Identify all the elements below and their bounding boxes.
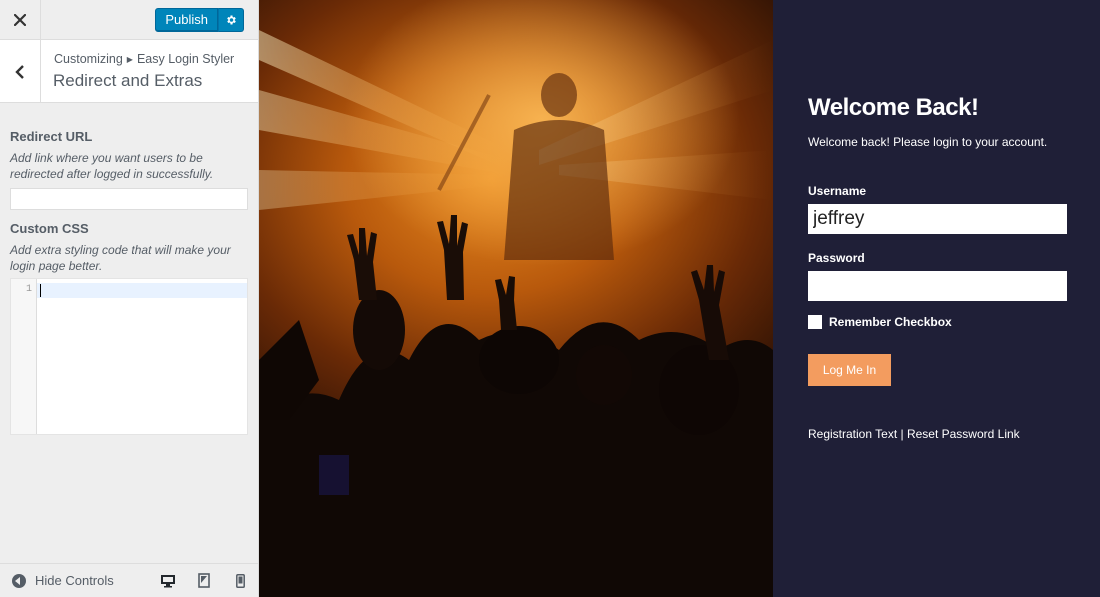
chevron-left-icon [15,64,24,79]
back-button[interactable] [0,40,41,103]
publish-group: Publish [155,8,244,32]
line-number: 1 [25,284,32,295]
customizer-sidebar: Publish Customizing ▶ Easy Login Styler Re… [0,0,259,597]
remember-checkbox[interactable] [808,315,822,329]
breadcrumb-root: Customizing [54,52,123,66]
preview-desktop-button[interactable] [150,564,186,597]
password-label: Password [808,251,865,265]
mobile-icon [235,573,245,588]
username-input[interactable] [808,204,1067,234]
username-label: Username [808,184,867,198]
tablet-icon [198,573,210,588]
login-links[interactable]: Registration Text | Reset Password Link [808,427,1020,441]
login-form-panel: Welcome Back! Welcome back! Please login… [773,0,1100,597]
redirect-url-input[interactable] [10,188,248,210]
breadcrumb: Customizing ▶ Easy Login Styler [54,52,234,66]
breadcrumb-parent: Easy Login Styler [136,52,235,66]
redirect-url-control: Redirect URL Add link where you want use… [10,129,248,210]
concert-crowd-illustration [259,30,773,597]
concert-background-image [259,0,773,597]
close-button[interactable] [0,0,41,40]
login-button[interactable]: Log Me In [808,354,891,386]
login-title: Welcome Back! [808,94,979,121]
hide-controls-button[interactable]: Hide Controls [12,573,150,588]
line-numbers-gutter: 1 [11,279,37,434]
publish-settings-button[interactable] [218,8,244,32]
preview-tablet-button[interactable] [186,564,222,597]
redirect-url-description: Add link where you want users to be redi… [10,151,214,181]
remember-label: Remember Checkbox [829,315,952,329]
section-title: Redirect and Extras [53,71,203,90]
remember-me[interactable]: Remember Checkbox [808,315,952,329]
custom-css-control: Custom CSS Add extra styling code that w… [10,221,248,274]
hide-controls-label: Hide Controls [35,573,114,588]
customizer-header: Publish [0,0,258,40]
active-line [37,283,247,298]
custom-css-editor[interactable]: 1 [10,278,248,435]
redirect-url-title: Redirect URL [10,129,93,144]
code-area[interactable] [37,279,247,434]
password-input[interactable] [808,271,1067,301]
publish-button[interactable]: Publish [155,8,218,32]
section-header: Customizing ▶ Easy Login Styler Redirect a… [0,40,258,103]
custom-css-title: Custom CSS [10,221,89,236]
collapse-left-icon [12,573,26,588]
customizer-footer: Hide Controls [0,563,258,597]
caret-right-icon: ▶ [126,55,133,64]
close-icon [14,14,26,26]
custom-css-description: Add extra styling code that will make yo… [10,243,231,273]
text-cursor [40,284,41,297]
preview-mobile-button[interactable] [222,564,258,597]
desktop-icon [161,574,175,587]
login-subtitle: Welcome back! Please login to your accou… [808,135,1048,149]
gear-icon [227,15,236,25]
